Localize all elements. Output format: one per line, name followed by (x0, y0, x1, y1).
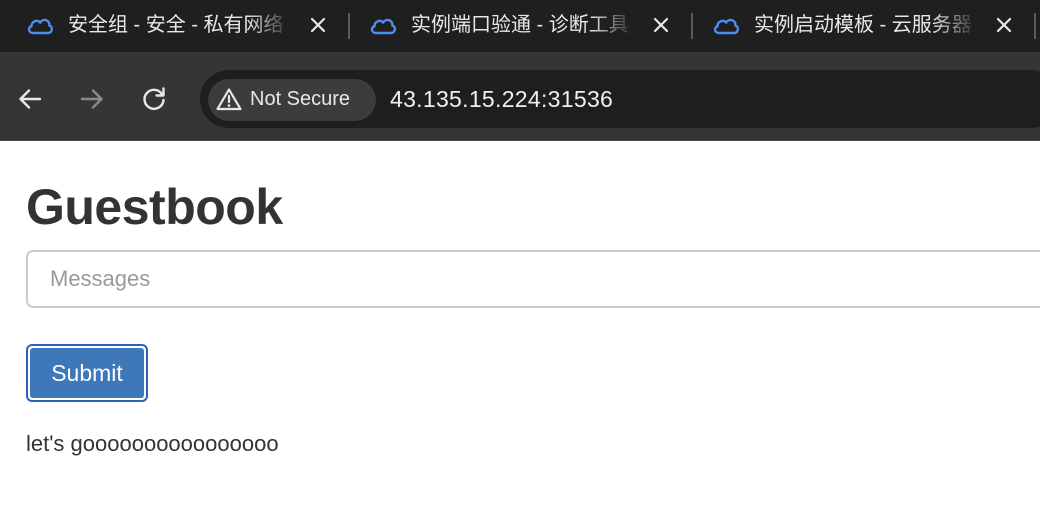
security-chip-label: Not Secure (250, 88, 351, 110)
page-title: Guestbook (26, 179, 283, 235)
tab-title: 安全组 - 安全 - 私有网络 (68, 14, 284, 36)
tab-title: 实例端口验通 - 诊断工具 (411, 14, 629, 36)
forward-arrow-icon[interactable] (76, 83, 108, 115)
browser-tab-strip: 安全组 - 安全 - 私有网络 实例端口验通 - 诊断工具 实例启动模板 - 云… (0, 0, 1040, 52)
reload-icon[interactable] (138, 83, 170, 115)
tab-title: 实例启动模板 - 云服务器 (754, 14, 972, 36)
submit-button-label: Submit (30, 348, 144, 398)
submit-button[interactable]: Submit (26, 344, 148, 402)
close-icon[interactable] (308, 15, 328, 35)
browser-tab[interactable]: 实例启动模板 - 云服务器 (686, 0, 1030, 52)
message-input[interactable] (26, 250, 1040, 308)
back-arrow-icon[interactable] (14, 83, 46, 115)
cloud-icon (713, 18, 740, 35)
tab-separator (1034, 13, 1036, 39)
cloud-icon (370, 18, 397, 35)
browser-tab[interactable]: 实例端口验通 - 诊断工具 (343, 0, 687, 52)
browser-tab[interactable]: 安全组 - 安全 - 私有网络 (0, 0, 344, 52)
guestbook-entry: let's goooooooooooooooo (26, 431, 279, 456)
cloud-icon (27, 18, 54, 35)
url-text[interactable]: 43.135.15.224:31536 (390, 85, 613, 113)
close-icon[interactable] (994, 15, 1014, 35)
close-icon[interactable] (651, 15, 671, 35)
warning-triangle-icon (216, 88, 242, 111)
